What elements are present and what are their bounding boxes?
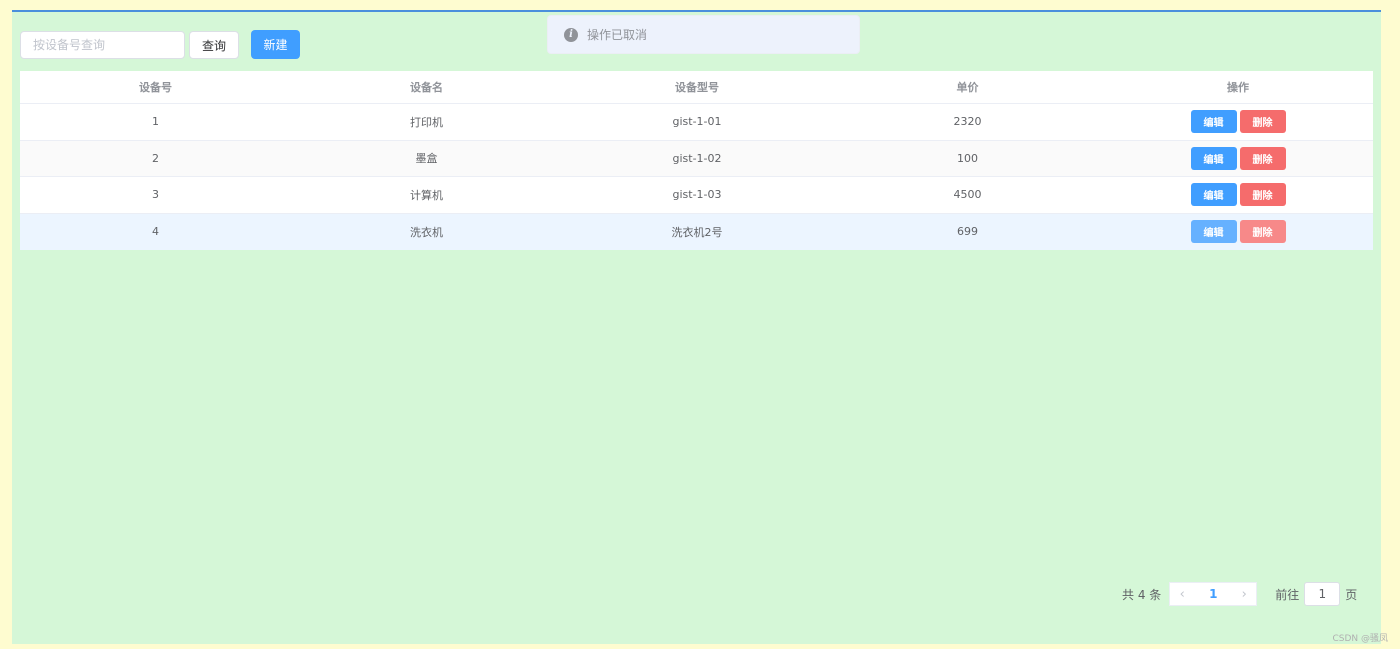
cell-actions: 编辑 删除	[1103, 104, 1373, 140]
cell-price: 2320	[953, 115, 982, 129]
table-row: 3 计算机 gist-1-03 4500 编辑 删除	[20, 177, 1373, 214]
cell-id: 4	[152, 225, 159, 239]
main-panel: 查询 新建 设备号 设备名 设备型号 单价 操作 1 打印机 gist-1-01…	[12, 10, 1381, 644]
cell-name: 计算机	[410, 188, 443, 202]
cell-model: gist-1-03	[672, 188, 722, 202]
page-unit-label: 页	[1345, 587, 1358, 602]
table-row: 4 洗衣机 洗衣机2号 699 编辑 删除	[20, 213, 1373, 251]
chevron-right-icon[interactable]: ›	[1232, 583, 1257, 605]
total-count: 共 4 条	[1122, 587, 1162, 602]
edit-button[interactable]: 编辑	[1190, 183, 1237, 207]
delete-button[interactable]: 删除	[1239, 110, 1286, 134]
message-toast: i 操作已取消	[547, 15, 860, 54]
info-icon: i	[564, 27, 578, 42]
cell-id: 1	[152, 115, 159, 129]
cell-actions: 编辑 删除	[1103, 214, 1373, 251]
chevron-left-icon[interactable]: ‹	[1170, 583, 1195, 605]
column-header-model: 设备型号	[675, 81, 719, 94]
pagination: 共 4 条 ‹ 1 › 前往 页	[1122, 582, 1357, 606]
cell-price: 699	[957, 225, 978, 239]
column-header-id: 设备号	[139, 81, 172, 94]
watermark: CSDN @骚凤	[1332, 634, 1388, 644]
search-input[interactable]	[20, 31, 185, 59]
cell-id: 3	[152, 188, 159, 202]
pager: ‹ 1 ›	[1169, 582, 1258, 606]
table-header: 设备号 设备名 设备型号 单价 操作	[20, 71, 1373, 104]
cell-actions: 编辑 删除	[1103, 141, 1373, 177]
table-row: 2 墨盒 gist-1-02 100 编辑 删除	[20, 140, 1373, 177]
column-header-name: 设备名	[410, 81, 443, 94]
cell-price: 4500	[953, 188, 982, 202]
cell-name: 墨盒	[415, 152, 438, 166]
delete-button[interactable]: 删除	[1239, 146, 1286, 170]
device-table: 设备号 设备名 设备型号 单价 操作 1 打印机 gist-1-01 2320 …	[20, 71, 1373, 250]
page-number-current[interactable]: 1	[1194, 583, 1232, 605]
query-button[interactable]: 查询	[189, 31, 239, 59]
edit-button[interactable]: 编辑	[1190, 110, 1237, 134]
edit-button[interactable]: 编辑	[1190, 220, 1237, 244]
cell-price: 100	[957, 151, 978, 165]
column-header-price: 单价	[956, 81, 979, 94]
column-header-actions: 操作	[1227, 81, 1249, 94]
cell-model: gist-1-01	[672, 115, 722, 129]
message-text: 操作已取消	[587, 28, 648, 42]
cell-actions: 编辑 删除	[1103, 177, 1373, 213]
goto-page-input[interactable]	[1304, 582, 1341, 606]
cell-model: gist-1-02	[672, 151, 722, 165]
delete-button[interactable]: 删除	[1239, 183, 1286, 207]
cell-name: 洗衣机	[410, 225, 443, 239]
cell-name: 打印机	[410, 115, 443, 129]
new-button[interactable]: 新建	[251, 30, 300, 59]
cell-id: 2	[152, 151, 159, 165]
goto-label: 前往	[1275, 587, 1300, 602]
table-row: 1 打印机 gist-1-01 2320 编辑 删除	[20, 104, 1373, 141]
delete-button[interactable]: 删除	[1239, 220, 1286, 244]
edit-button[interactable]: 编辑	[1190, 146, 1237, 170]
cell-model: 洗衣机2号	[671, 225, 723, 239]
